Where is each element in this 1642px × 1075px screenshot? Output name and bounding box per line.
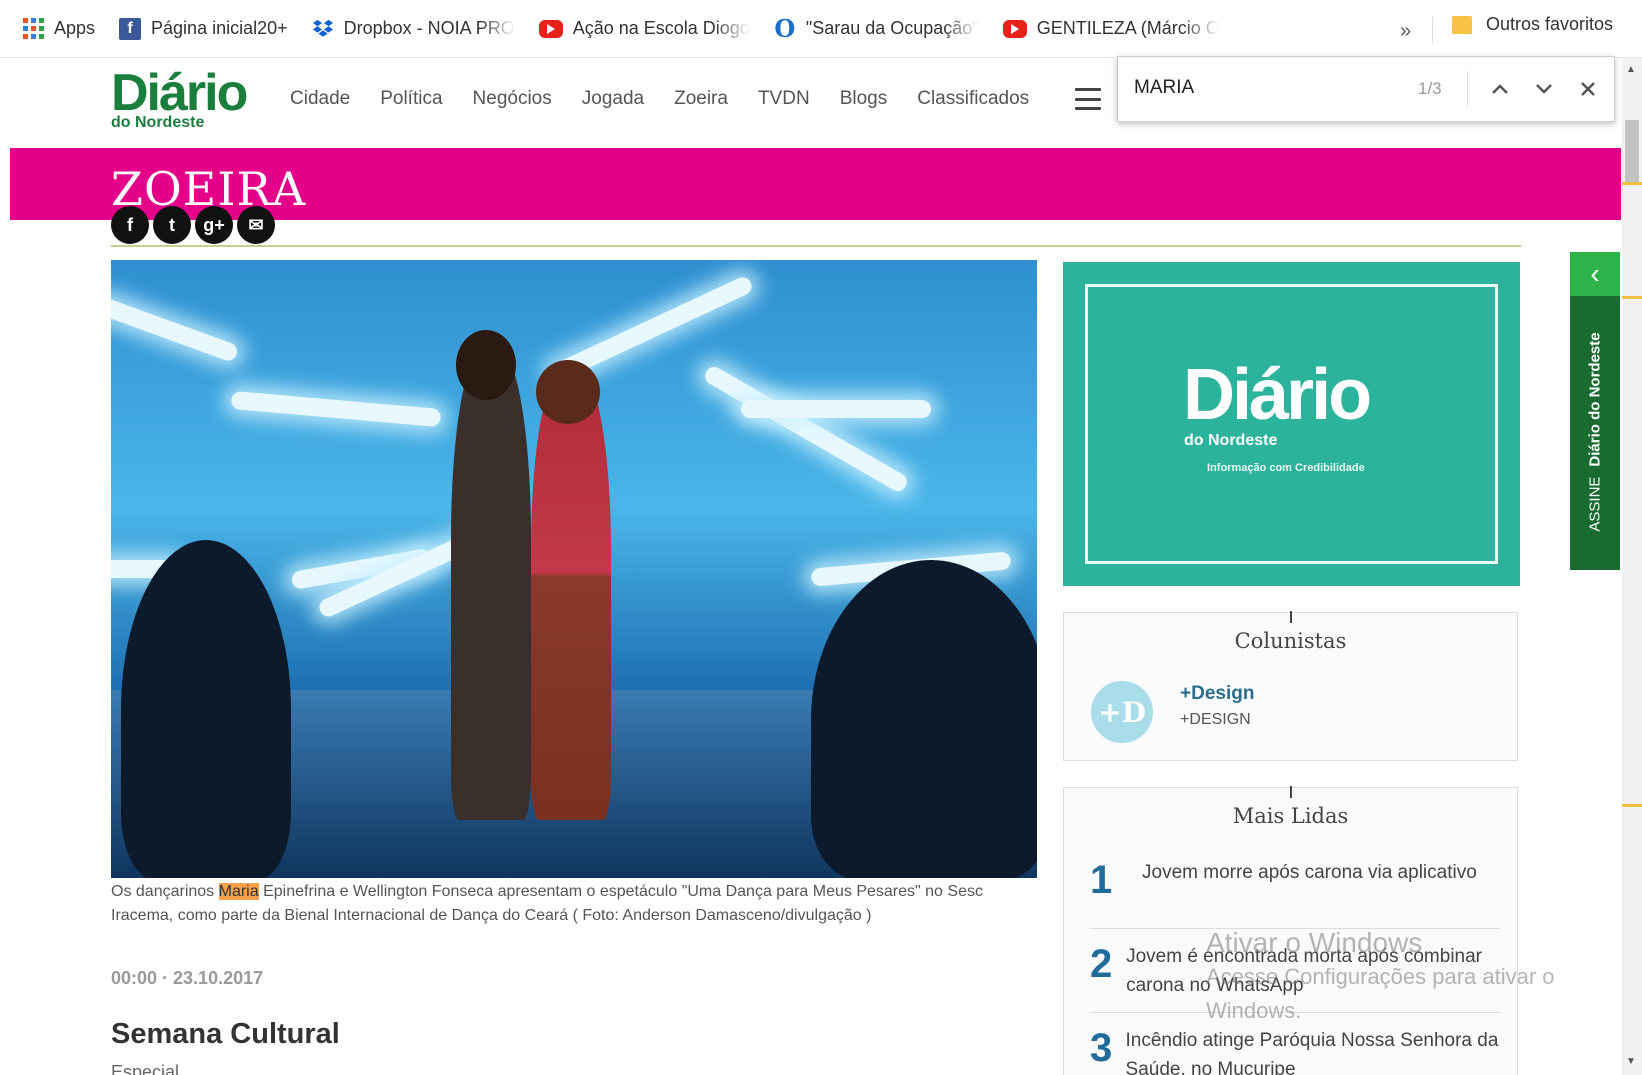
chevron-down-icon xyxy=(1536,84,1552,94)
box-tick xyxy=(1290,611,1292,623)
bookmark-pagina-inicial[interactable]: f Página inicial20+ xyxy=(119,17,288,40)
find-highlight: Maria xyxy=(218,883,259,900)
find-previous-button[interactable] xyxy=(1484,73,1516,105)
nav-politica[interactable]: Política xyxy=(380,88,442,110)
bookmark-label: "Sarau da Ocupação" xyxy=(805,18,979,38)
assine-side-tab[interactable]: ‹ ASSINEDiário do Nordeste xyxy=(1570,252,1620,570)
ad-tagline: Informação com Credibilidade xyxy=(1207,462,1365,474)
nav-tvdn[interactable]: TVDN xyxy=(758,88,810,110)
bookmark-apps[interactable]: Apps xyxy=(22,18,95,40)
nav-blogs[interactable]: Blogs xyxy=(840,88,888,110)
facebook-share-icon[interactable]: f xyxy=(111,206,149,244)
dropbox-icon xyxy=(312,18,334,40)
scroll-down-arrow-icon[interactable]: ▼ xyxy=(1626,1056,1636,1067)
find-next-button[interactable] xyxy=(1528,73,1560,105)
bookmark-gentileza[interactable]: GENTILEZA (Márcio C xyxy=(1002,18,1219,39)
advertisement[interactable]: Diário do Nordeste Informação com Credib… xyxy=(1063,262,1520,586)
find-match-marker xyxy=(1622,296,1642,299)
assine-label: ASSINEDiário do Nordeste xyxy=(1586,332,1604,532)
box-tick xyxy=(1290,786,1292,798)
bookmarks-bar: Apps f Página inicial20+ Dropbox - NOIA … xyxy=(0,0,1642,58)
nav-cidade[interactable]: Cidade xyxy=(290,88,350,110)
list-item[interactable]: 3 Incêndio atinge Paróquia Nossa Senhora… xyxy=(1090,1026,1500,1075)
bookmark-label: Dropbox - NOIA PRO xyxy=(343,18,515,38)
list-item-text: Jovem morre após carona via aplicativo xyxy=(1142,862,1477,883)
scrollbar-thumb[interactable] xyxy=(1625,120,1639,182)
apps-grid-icon xyxy=(22,18,44,40)
youtube-icon xyxy=(538,19,563,38)
find-close-button[interactable] xyxy=(1572,73,1604,105)
rank-number: 2 xyxy=(1090,942,1113,986)
colunistas-box: Colunistas +D +Design +DESIGN xyxy=(1063,611,1518,761)
bookmark-label: Apps xyxy=(54,18,96,38)
divider xyxy=(1090,928,1500,929)
bookmark-dropbox[interactable]: Dropbox - NOIA PRO xyxy=(312,18,515,40)
caption-text: Os dançarinos xyxy=(111,883,219,900)
page-scrollbar[interactable]: ▲ ▼ xyxy=(1622,58,1642,1075)
rank-number: 3 xyxy=(1090,1026,1113,1070)
scroll-up-arrow-icon[interactable]: ▲ xyxy=(1626,64,1636,75)
logo-wordmark: Diário xyxy=(111,64,248,122)
social-share: f t g+ ✉ xyxy=(111,206,275,244)
bookmark-sarau[interactable]: O "Sarau da Ocupação" xyxy=(774,14,979,43)
find-separator xyxy=(1467,71,1468,107)
mais-lidas-box: Mais Lidas 1 Jovem morre após carona via… xyxy=(1063,786,1518,1075)
bookmark-acao-escola[interactable]: Ação na Escola Diogo xyxy=(538,18,750,39)
find-match-marker xyxy=(1622,804,1642,807)
find-bar: 1/3 xyxy=(1117,56,1615,122)
article-photo xyxy=(111,260,1037,878)
close-icon xyxy=(1581,82,1595,96)
find-match-count: 1/3 xyxy=(1418,79,1442,98)
columnist-avatar[interactable]: +D xyxy=(1091,681,1153,743)
find-match-marker xyxy=(1622,182,1642,185)
ad-subtitle: do Nordeste xyxy=(1184,432,1278,449)
opera-icon: O xyxy=(774,14,796,43)
photo-caption: Os dançarinos Maria Epinefrina e Welling… xyxy=(111,880,1037,928)
columnist-name[interactable]: +Design xyxy=(1180,683,1254,705)
main-nav: Cidade Política Negócios Jogada Zoeira T… xyxy=(290,88,1029,110)
folder-icon xyxy=(1452,15,1472,34)
email-share-icon[interactable]: ✉ xyxy=(237,206,275,244)
article-dateline: 00:00 · 23.10.2017 xyxy=(111,968,264,988)
divider xyxy=(1090,1012,1500,1013)
chevron-up-icon xyxy=(1492,84,1508,94)
nav-jogada[interactable]: Jogada xyxy=(582,88,644,110)
nav-negocios[interactable]: Negócios xyxy=(473,88,552,110)
other-bookmarks-folder[interactable]: Outros favoritos xyxy=(1452,14,1613,35)
columnist-subtitle: +DESIGN xyxy=(1180,711,1251,728)
bookmarks-overflow-button[interactable]: » xyxy=(1400,20,1411,43)
find-input[interactable] xyxy=(1134,77,1384,99)
nav-zoeira[interactable]: Zoeira xyxy=(674,88,728,110)
youtube-icon xyxy=(1002,19,1027,38)
bookmark-label: Ação na Escola Diogo xyxy=(572,18,750,38)
divider xyxy=(111,245,1521,247)
rank-number: 1 xyxy=(1090,858,1113,902)
twitter-share-icon[interactable]: t xyxy=(153,206,191,244)
nav-classificados[interactable]: Classificados xyxy=(917,88,1029,110)
menu-icon[interactable] xyxy=(1075,88,1101,110)
chevron-left-icon[interactable]: ‹ xyxy=(1570,252,1620,296)
list-item[interactable]: 2 Jovem é encontrada morta após combinar… xyxy=(1090,942,1500,1000)
article-headline: Semana Cultural xyxy=(111,1018,340,1050)
facebook-icon: f xyxy=(119,17,142,40)
mais-lidas-title: Mais Lidas xyxy=(1232,804,1349,828)
bookmark-label: GENTILEZA (Márcio C xyxy=(1036,18,1219,38)
article-kicker: Especial xyxy=(111,1062,180,1075)
site-logo[interactable]: Diário do Nordeste xyxy=(111,64,248,131)
colunistas-title: Colunistas xyxy=(1234,629,1347,653)
bookmarks-separator xyxy=(1432,17,1433,43)
bookmark-label: Página inicial20+ xyxy=(151,18,288,38)
list-item[interactable]: 1 Jovem morre após carona via aplicativo xyxy=(1090,858,1500,902)
list-item-text: Jovem é encontrada morta após combinar c… xyxy=(1126,946,1483,996)
list-item-text: Incêndio atinge Paróquia Nossa Senhora d… xyxy=(1125,1030,1499,1075)
google-plus-share-icon[interactable]: g+ xyxy=(195,206,233,244)
ad-logo: Diário xyxy=(1183,355,1372,435)
other-bookmarks-label: Outros favoritos xyxy=(1486,14,1614,34)
